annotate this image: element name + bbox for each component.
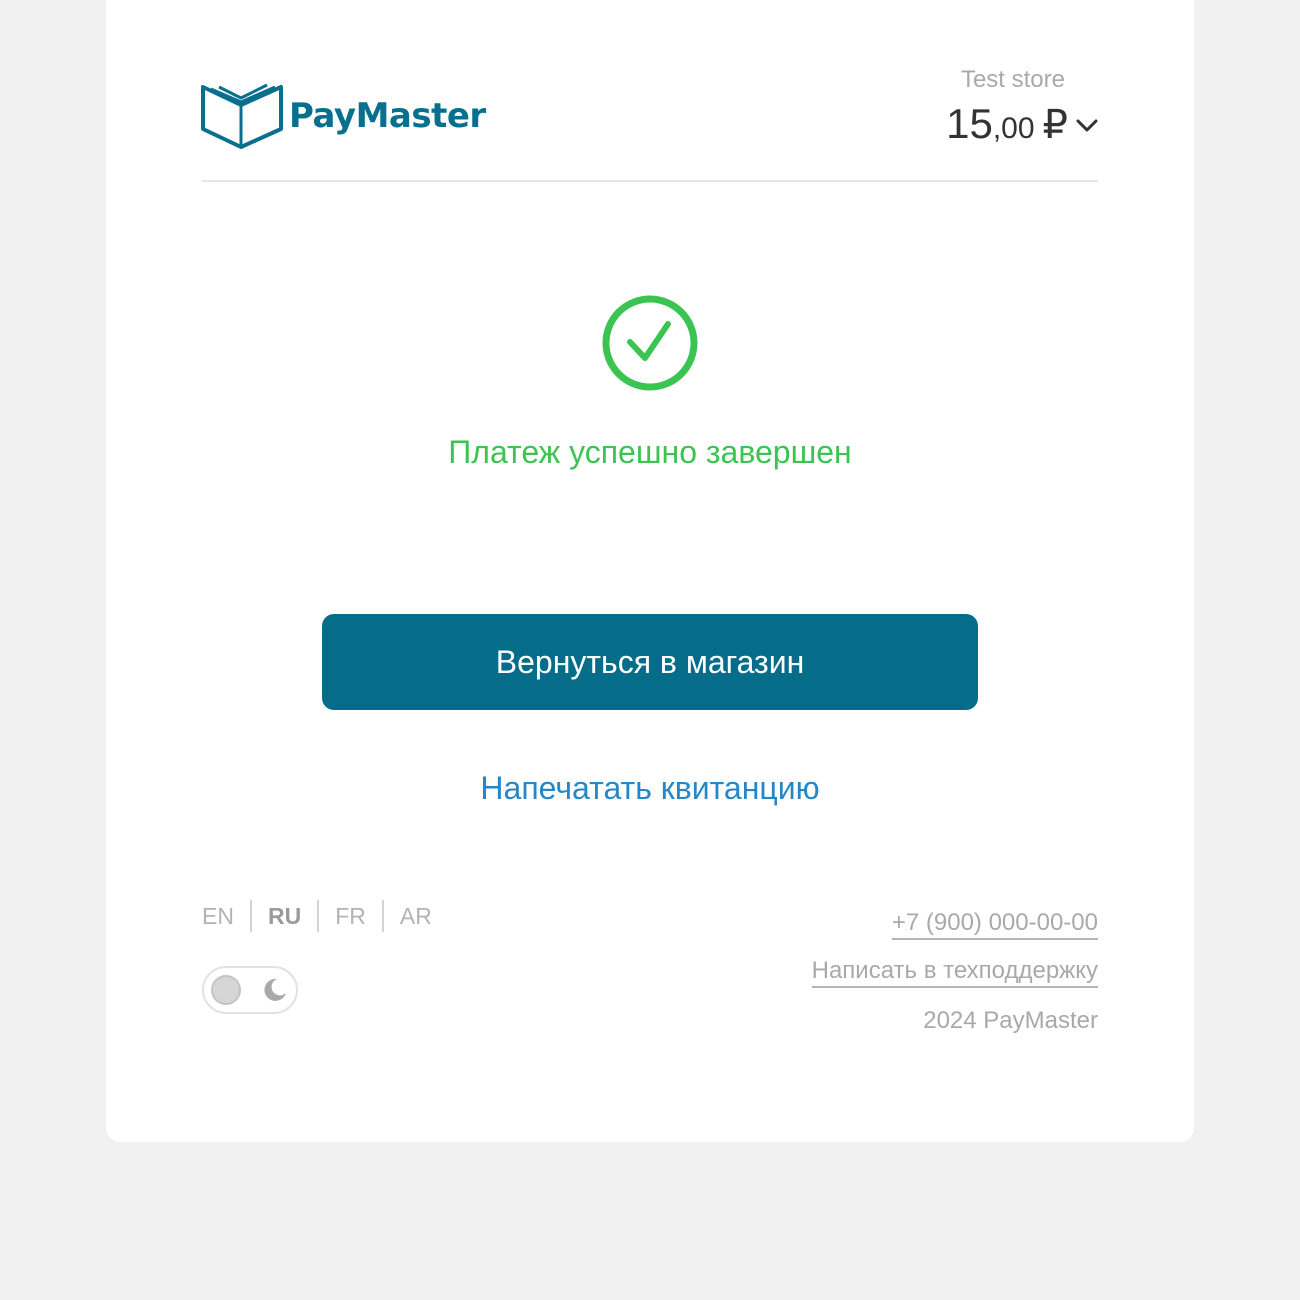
copyright-text: 2024 PayMaster (923, 1007, 1098, 1034)
success-message: Платеж успешно завершен (448, 434, 852, 470)
lang-en[interactable]: EN (202, 903, 234, 930)
amount-dropdown[interactable]: 15 ,00 ₽ (946, 100, 1098, 148)
chevron-down-icon (1076, 119, 1098, 132)
lang-ar[interactable]: AR (400, 903, 432, 930)
lang-ru[interactable]: RU (268, 903, 301, 930)
paymaster-logo: PayMaster (201, 83, 486, 149)
logo-text: PayMaster (289, 96, 486, 136)
amount-fraction: ,00 (992, 112, 1035, 145)
language-switcher: EN RU FR AR (202, 900, 432, 932)
footer-info: +7 (900) 000-00-00 Написать в техподдерж… (811, 908, 1098, 1036)
lang-fr[interactable]: FR (335, 903, 366, 930)
toggle-knob (211, 975, 241, 1005)
support-phone-link[interactable]: +7 (900) 000-00-00 (891, 908, 1098, 940)
lang-divider (317, 900, 320, 932)
lang-divider (381, 900, 384, 932)
currency-symbol: ₽ (1042, 103, 1068, 147)
contact-support-link[interactable]: Написать в техподдержку (811, 956, 1098, 988)
moon-icon (264, 978, 286, 1001)
lang-divider (249, 900, 252, 932)
print-receipt-link[interactable]: Напечатать квитанцию (0, 770, 1300, 807)
header-divider (202, 180, 1098, 182)
theme-toggle[interactable] (202, 966, 298, 1014)
amount-integer: 15 (946, 100, 993, 147)
envelope-book-icon (201, 83, 283, 149)
return-to-store-button[interactable]: Вернуться в магазин (322, 614, 978, 710)
check-circle-icon (602, 295, 698, 391)
store-name: Test store (960, 66, 1065, 93)
